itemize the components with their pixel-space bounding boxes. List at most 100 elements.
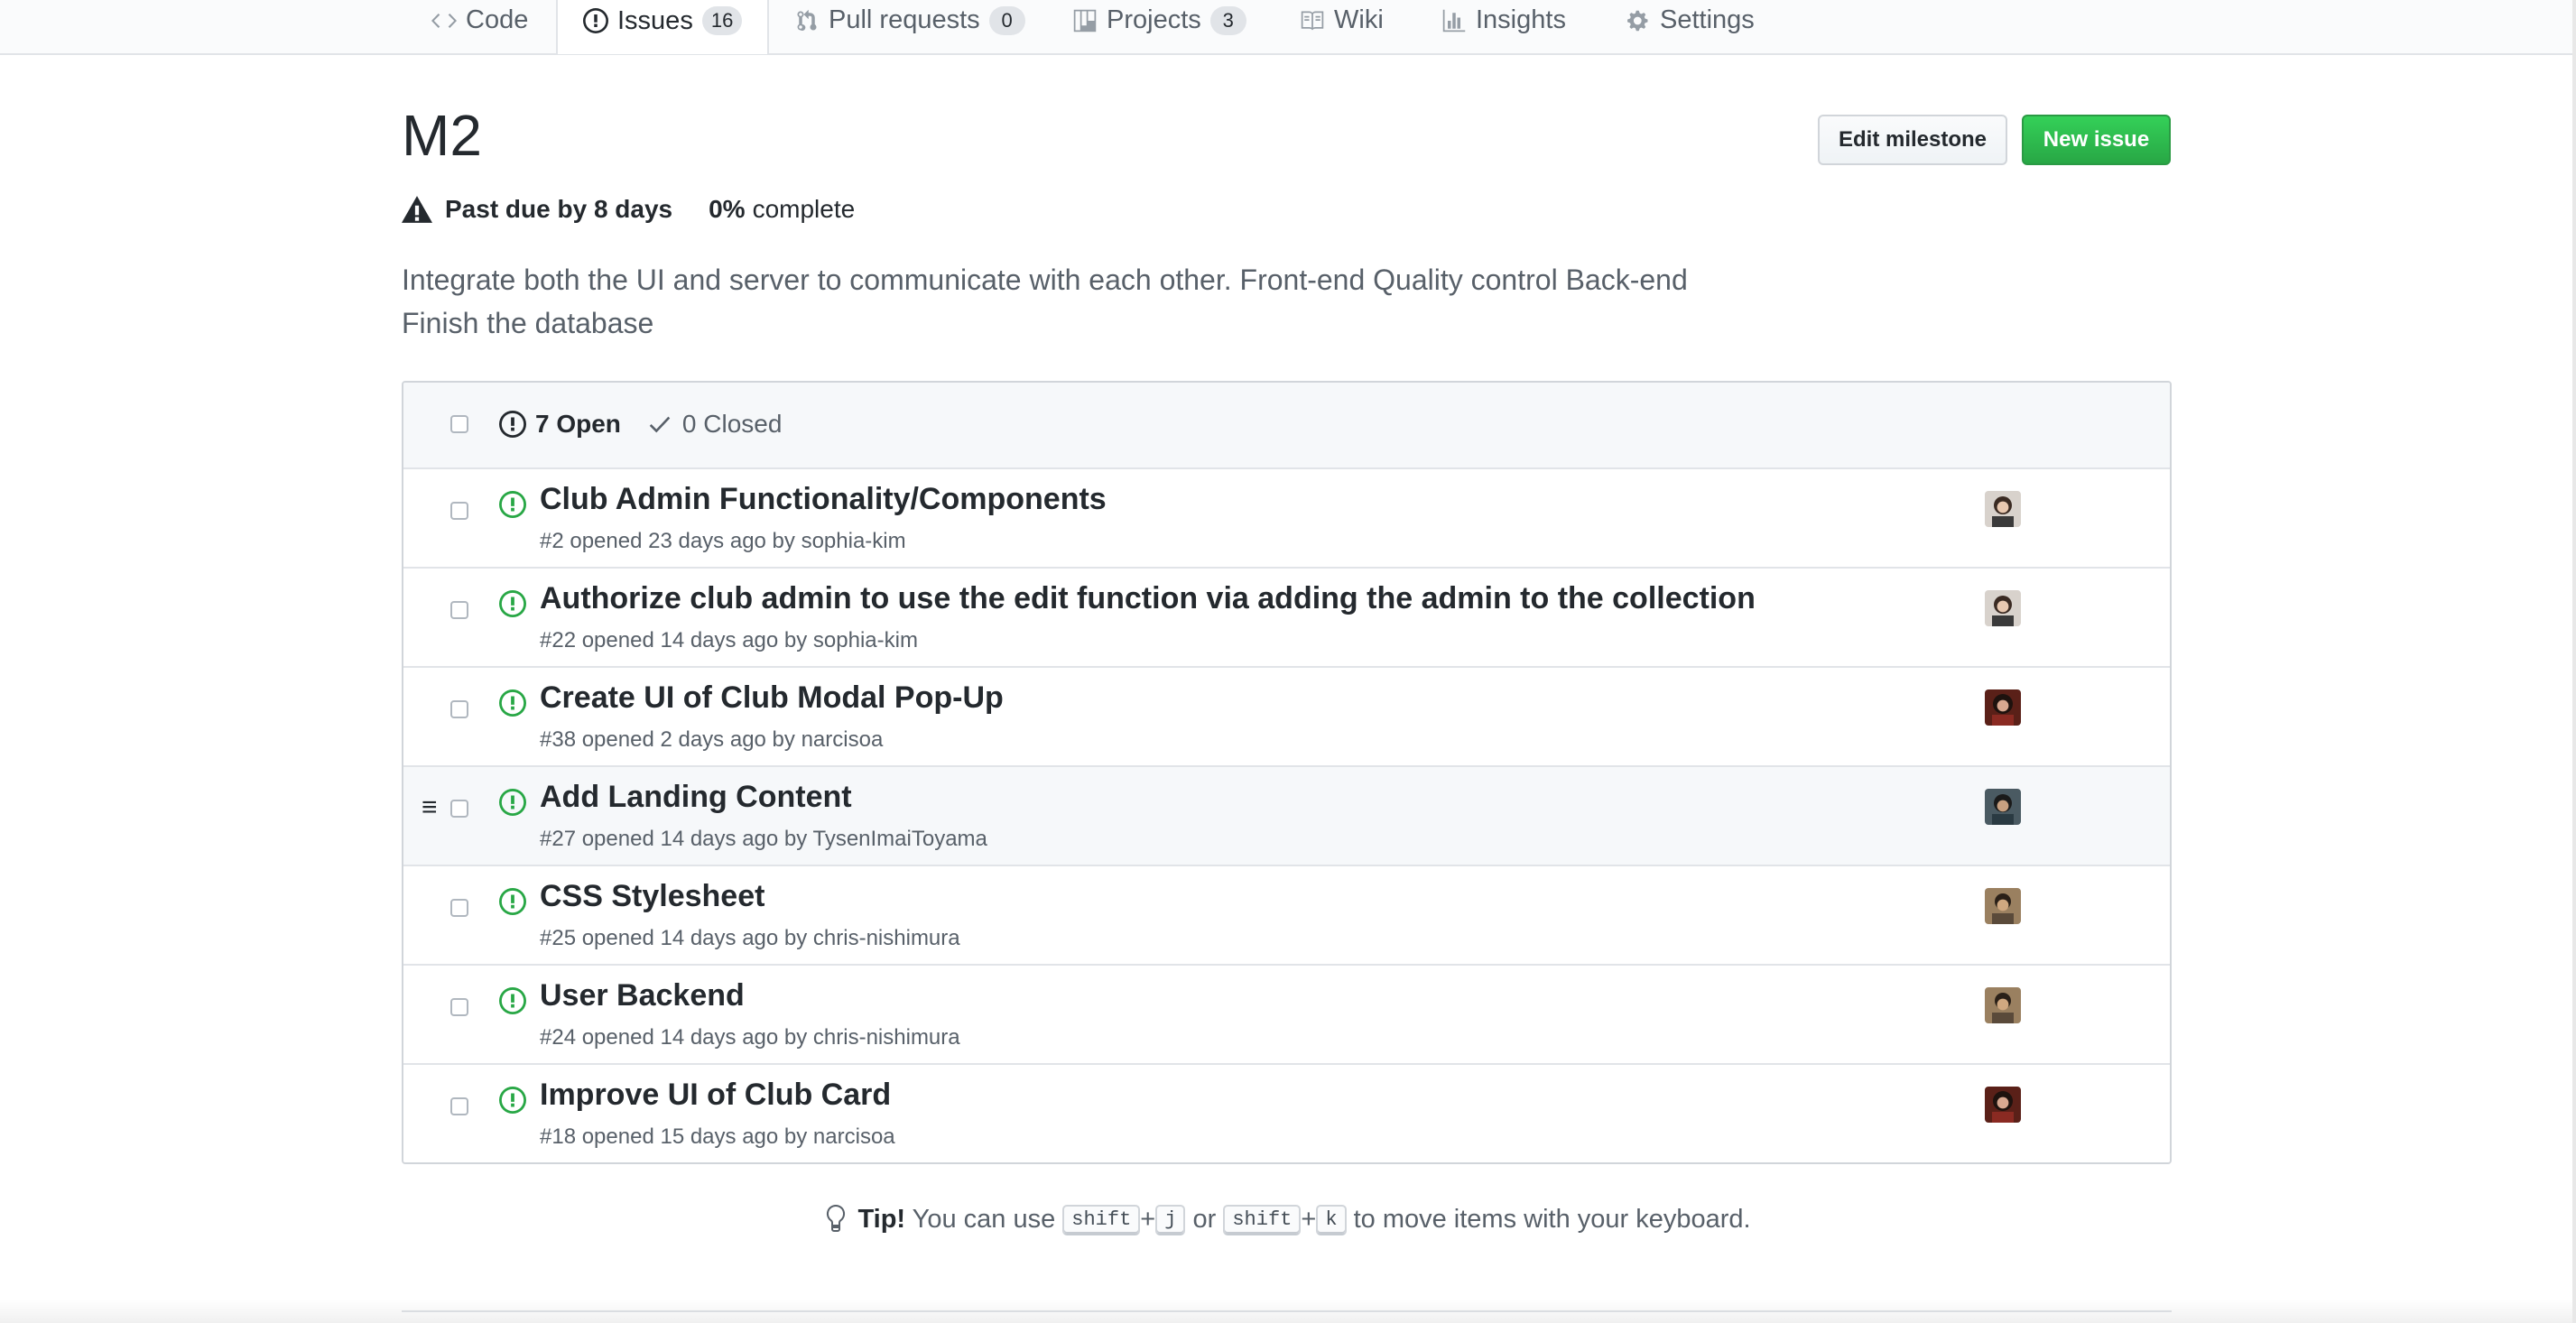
issue-row[interactable]: User Backend #24 opened 14 days ago by c… (403, 966, 2170, 1065)
code-icon (431, 13, 457, 28)
light-bulb-icon (827, 1204, 846, 1232)
repo-nav: Code Issues 16 Pull requests 0 Projects … (0, 0, 2576, 55)
drag-handle-icon[interactable]: ≡ (422, 792, 438, 823)
assignee-avatar[interactable] (1985, 888, 2021, 924)
milestone-description: Integrate both the UI and server to comm… (402, 264, 1688, 339)
issue-opened-icon (499, 1087, 526, 1114)
tab-label: Pull requests (829, 5, 980, 34)
tab-projects[interactable]: Projects 3 (1072, 0, 1246, 41)
open-issues-filter[interactable]: 7 Open (499, 410, 621, 439)
assignee-avatar[interactable] (1985, 789, 2021, 825)
assignee-avatar[interactable] (1985, 590, 2021, 626)
shift-key: shift (1062, 1205, 1141, 1236)
keyboard-tip: Tip! You can use shift + j or shift + k to m… (0, 1204, 2576, 1236)
issue-row[interactable]: Create UI of Club Modal Pop-Up #38 opene… (403, 668, 2170, 767)
project-icon (1073, 9, 1097, 32)
issues-count-badge: 16 (701, 6, 743, 35)
tip-label: Tip! (857, 1205, 906, 1234)
issue-title-link[interactable]: User Backend (540, 978, 745, 1013)
issue-meta: #27 opened 14 days ago by TysenImaiToyam… (540, 827, 987, 851)
issue-opened-icon (499, 689, 526, 717)
tab-label: Projects (1107, 5, 1201, 34)
tab-label: Settings (1660, 5, 1755, 34)
tab-label: Issues (617, 5, 693, 35)
tab-insights[interactable]: Insights (1441, 0, 1566, 41)
issue-row[interactable]: Improve UI of Club Card #18 opened 15 da… (403, 1065, 2170, 1162)
percent-complete: 0% (709, 195, 746, 223)
tab-pull-requests[interactable]: Pull requests 0 (794, 0, 1025, 41)
select-all-checkbox[interactable] (450, 415, 468, 433)
issue-opened-icon (499, 888, 526, 915)
issue-checkbox[interactable] (450, 998, 468, 1016)
assignee-avatar[interactable] (1985, 987, 2021, 1023)
issue-meta: #25 opened 14 days ago by chris-nishimur… (540, 926, 960, 950)
plus-sign: + (1140, 1205, 1156, 1234)
edit-milestone-button[interactable]: Edit milestone (1818, 115, 2007, 165)
percent-complete-label: complete (752, 195, 856, 223)
j-key: j (1155, 1205, 1186, 1236)
shift-key: shift (1223, 1205, 1302, 1236)
issue-checkbox[interactable] (450, 899, 468, 917)
issue-meta: #24 opened 14 days ago by chris-nishimur… (540, 1025, 960, 1050)
pull-requests-count-badge: 0 (988, 5, 1025, 35)
issue-opened-icon (499, 789, 526, 816)
tip-text-start: You can use (912, 1205, 1056, 1234)
tab-label: Insights (1476, 5, 1566, 34)
tab-settings[interactable]: Settings (1626, 0, 1755, 41)
alert-icon (402, 196, 432, 223)
tab-label: Code (466, 5, 529, 34)
issue-row[interactable]: ≡ Add Landing Content #27 opened 14 days… (403, 767, 2170, 866)
issue-title-link[interactable]: Add Landing Content (540, 780, 852, 815)
tab-code[interactable]: Code (431, 0, 528, 41)
issue-row[interactable]: CSS Stylesheet #25 opened 14 days ago by… (403, 866, 2170, 966)
tab-wiki[interactable]: Wiki (1300, 0, 1384, 41)
issue-title-link[interactable]: Create UI of Club Modal Pop-Up (540, 680, 1004, 716)
check-icon (649, 416, 671, 433)
tab-issues[interactable]: Issues 16 (556, 0, 769, 54)
issue-meta: #18 opened 15 days ago by narcisoa (540, 1124, 895, 1149)
k-key: k (1316, 1205, 1347, 1236)
new-issue-button[interactable]: New issue (2022, 115, 2171, 165)
projects-count-badge: 3 (1209, 5, 1246, 35)
issue-meta: #22 opened 14 days ago by sophia-kim (540, 628, 918, 652)
issue-checkbox[interactable] (450, 502, 468, 520)
gear-icon (1627, 10, 1648, 31)
issue-row[interactable]: Club Admin Functionality/Components #2 o… (403, 469, 2170, 569)
issues-list-header: 7 Open 0 Closed (403, 383, 2170, 469)
issue-opened-icon (499, 491, 526, 518)
graph-icon (1442, 9, 1466, 32)
closed-issues-filter[interactable]: 0 Closed (646, 410, 783, 439)
issue-opened-icon (583, 8, 608, 33)
assignee-avatar[interactable] (1985, 689, 2021, 726)
state-toggles: 7 Open 0 Closed (499, 410, 782, 439)
issues-list: 7 Open 0 Closed Club Admin Functionality… (402, 381, 2172, 1164)
open-count: 7 Open (535, 410, 621, 438)
issue-checkbox[interactable] (450, 601, 468, 619)
closed-count: 0 Closed (681, 410, 783, 438)
book-icon (1301, 11, 1324, 30)
plus-sign: + (1301, 1205, 1317, 1234)
window-bottom-shadow (0, 1300, 2576, 1323)
issue-row[interactable]: Authorize club admin to use the edit fun… (403, 569, 2170, 668)
issue-title-link[interactable]: Club Admin Functionality/Components (540, 482, 1107, 517)
issue-checkbox[interactable] (450, 700, 468, 718)
assignee-avatar[interactable] (1985, 491, 2021, 527)
issue-meta: #38 opened 2 days ago by narcisoa (540, 727, 884, 752)
window-edge (2572, 0, 2576, 1323)
issue-title-link[interactable]: CSS Stylesheet (540, 879, 764, 914)
pull-request-icon (797, 9, 817, 31)
due-status: Past due by 8 days (445, 195, 673, 223)
milestone-title: M2 (402, 103, 482, 168)
issue-opened-icon (499, 411, 526, 438)
issue-checkbox[interactable] (450, 1097, 468, 1115)
assignee-avatar[interactable] (1985, 1087, 2021, 1123)
issue-meta: #2 opened 23 days ago by sophia-kim (540, 529, 906, 553)
tip-text-end: to move items with your keyboard. (1353, 1205, 1751, 1234)
tab-label: Wiki (1334, 5, 1384, 34)
issue-title-link[interactable]: Authorize club admin to use the edit fun… (540, 581, 1756, 616)
issue-opened-icon (499, 987, 526, 1014)
milestone-meta: Past due by 8 days 0% complete (402, 195, 855, 224)
issue-title-link[interactable]: Improve UI of Club Card (540, 1078, 891, 1113)
tip-or: or (1192, 1205, 1217, 1234)
issue-checkbox[interactable] (450, 800, 468, 818)
